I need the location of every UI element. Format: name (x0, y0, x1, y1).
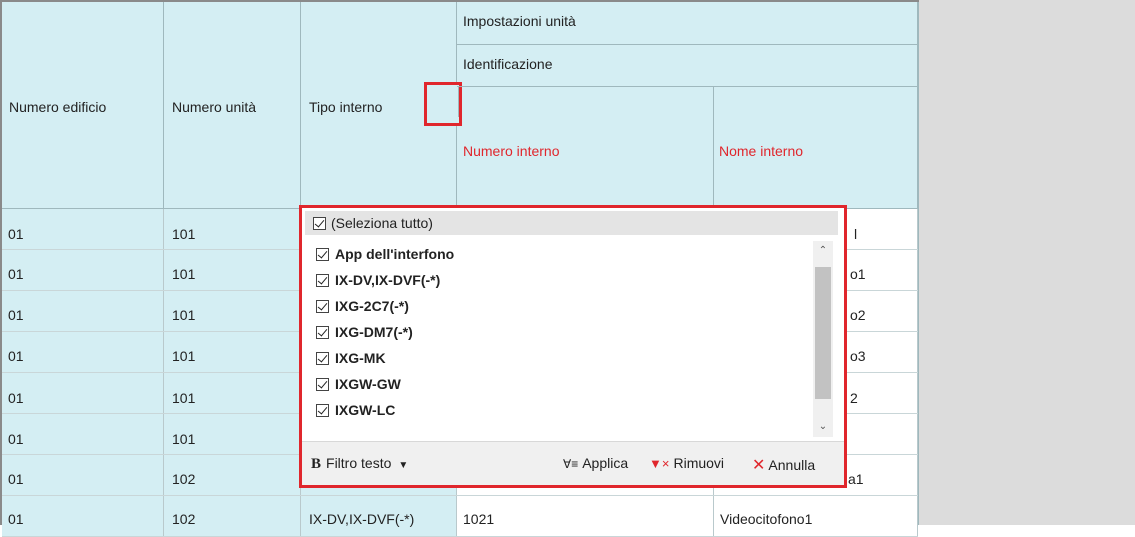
cell-building-text: 01 (8, 471, 24, 487)
cell-building-text: 01 (8, 431, 24, 447)
table-row[interactable]: 01 102 IX-DV,IX-DVF(-*) 1021 Videocitofo… (2, 496, 918, 537)
cell-number: 1021 (457, 496, 714, 536)
column-header-station-type-label: Tipo interno (309, 99, 383, 115)
cell-unit: 101 (164, 250, 301, 290)
column-header-unit-number-label: Numero unità (172, 99, 257, 115)
select-all-option[interactable]: (Seleziona tutto) (313, 213, 433, 233)
cell-building: 01 (2, 414, 164, 454)
cell-building: 01 (2, 455, 164, 495)
cell-name-text: o1 (850, 266, 866, 282)
cell-building: 01 (2, 250, 164, 290)
filter-checkbox[interactable] (316, 325, 329, 339)
column-group-unit-settings-label: Impostazioni unità (463, 13, 576, 29)
apply-label: Applica (582, 455, 629, 471)
cancel-button[interactable]: ✕ Annulla (752, 455, 815, 475)
cell-name: Videocitofono1 (714, 496, 918, 536)
text-filter-label: Filtro testo (326, 455, 392, 471)
cell-unit: 101 (164, 209, 301, 249)
cancel-label: Annulla (768, 457, 816, 473)
filter-item-ixg-mk[interactable]: IXG-MK (316, 347, 386, 369)
filter-checkbox[interactable] (316, 351, 329, 365)
cell-name-text: l (854, 226, 858, 242)
cell-name-text: o2 (850, 307, 866, 323)
filter-checkbox[interactable] (316, 273, 329, 287)
cell-name-text: o3 (850, 348, 866, 364)
filter-item-app[interactable]: App dell'interfono (316, 243, 454, 265)
filter-apply-icon: ∀≡ (563, 457, 579, 471)
column-group-unit-settings: Impostazioni unità (457, 2, 918, 45)
bold-icon: B (311, 456, 322, 472)
filter-scrollbar[interactable]: ⌃ ⌄ (813, 241, 833, 437)
cell-building-text: 01 (8, 266, 24, 282)
cell-building-text: 01 (8, 390, 24, 406)
cell-unit: 102 (164, 455, 301, 495)
cell-building: 01 (2, 291, 164, 331)
scroll-up-icon[interactable]: ⌃ (813, 241, 833, 261)
cell-unit-text: 101 (172, 390, 196, 406)
filter-item-label: IXGW-GW (335, 376, 401, 392)
column-header-building-number[interactable]: Numero edificio (2, 2, 164, 209)
filter-item-ix-dv[interactable]: IX-DV,IX-DVF(-*) (316, 269, 440, 291)
filter-footer: B Filtro testo ▼ ∀≡ Applica ▼× Rimuovi ✕ Annu… (302, 441, 844, 485)
cell-building-text: 01 (8, 307, 24, 323)
caret-down-icon: ▼ (398, 460, 409, 471)
cell-unit-text: 101 (172, 307, 196, 323)
text-filter-menu[interactable]: B Filtro testo ▼ (311, 455, 408, 473)
column-header-unit-number[interactable]: Numero unità (164, 2, 301, 209)
filter-item-label: App dell'interfono (335, 246, 455, 262)
filter-item-label: IXGW-LC (335, 402, 396, 418)
cell-unit: 101 (164, 332, 301, 372)
filter-checkbox[interactable] (316, 247, 329, 261)
cell-building-text: 01 (8, 348, 24, 364)
filter-item-label: IXG-2C7(-*) (335, 298, 409, 314)
cell-unit-text: 102 (172, 471, 196, 487)
filter-checkbox[interactable] (316, 377, 329, 391)
filter-item-ixgw-gw[interactable]: IXGW-GW (316, 373, 401, 395)
cell-building: 01 (2, 373, 164, 413)
filter-item-label: IXG-DM7(-*) (335, 324, 413, 340)
cell-unit: 101 (164, 291, 301, 331)
filter-checkbox[interactable] (316, 299, 329, 313)
filter-remove-icon: ▼× (649, 456, 670, 471)
filter-item-ixg-2c7[interactable]: IXG-2C7(-*) (316, 295, 409, 317)
cell-unit-text: 101 (172, 348, 196, 364)
cell-unit: 102 (164, 496, 301, 536)
remove-button[interactable]: ▼× Rimuovi (649, 455, 724, 471)
scroll-down-icon[interactable]: ⌄ (813, 417, 833, 437)
column-header-station-name[interactable]: Nome interno (714, 87, 918, 209)
cell-unit: 101 (164, 414, 301, 454)
column-group-identification-label: Identificazione (463, 56, 553, 72)
filter-popup: (Seleziona tutto) App dell'interfono IX-… (299, 205, 847, 488)
cell-building: 01 (2, 332, 164, 372)
column-header-station-number[interactable]: Numero interno (457, 87, 714, 209)
remove-label: Rimuovi (673, 455, 725, 471)
filter-item-ixg-dm7[interactable]: IXG-DM7(-*) (316, 321, 413, 343)
empty-grid-area (918, 0, 1135, 525)
cell-unit-text: 101 (172, 431, 196, 447)
column-header-building-number-label: Numero edificio (9, 99, 107, 115)
cell-name-text: a1 (848, 471, 864, 487)
cell-type: IX-DV,IX-DVF(-*) (301, 496, 457, 536)
filter-item-label: IXG-MK (335, 350, 386, 366)
filter-item-ixgw-lc[interactable]: IXGW-LC (316, 399, 395, 421)
cell-building-text: 01 (8, 226, 24, 242)
select-all-label: (Seleziona tutto) (331, 215, 433, 231)
cancel-x-icon: ✕ (752, 457, 766, 474)
cell-building: 01 (2, 496, 164, 536)
cell-unit-text: 101 (172, 266, 196, 282)
filter-checkbox[interactable] (316, 403, 329, 417)
select-all-row[interactable]: (Seleziona tutto) (305, 211, 838, 235)
column-header-station-number-label: Numero interno (463, 143, 560, 159)
column-group-identification: Identificazione (457, 45, 918, 87)
column-header-station-name-label: Nome interno (719, 143, 804, 159)
filter-item-label: IX-DV,IX-DVF(-*) (335, 272, 441, 288)
select-all-checkbox[interactable] (313, 216, 326, 230)
apply-button[interactable]: ∀≡ Applica (563, 455, 628, 471)
cell-unit-text: 101 (172, 226, 196, 242)
cell-unit: 101 (164, 373, 301, 413)
cell-name-text: 2 (850, 390, 858, 406)
scroll-thumb[interactable] (815, 267, 831, 399)
cell-building: 01 (2, 209, 164, 249)
